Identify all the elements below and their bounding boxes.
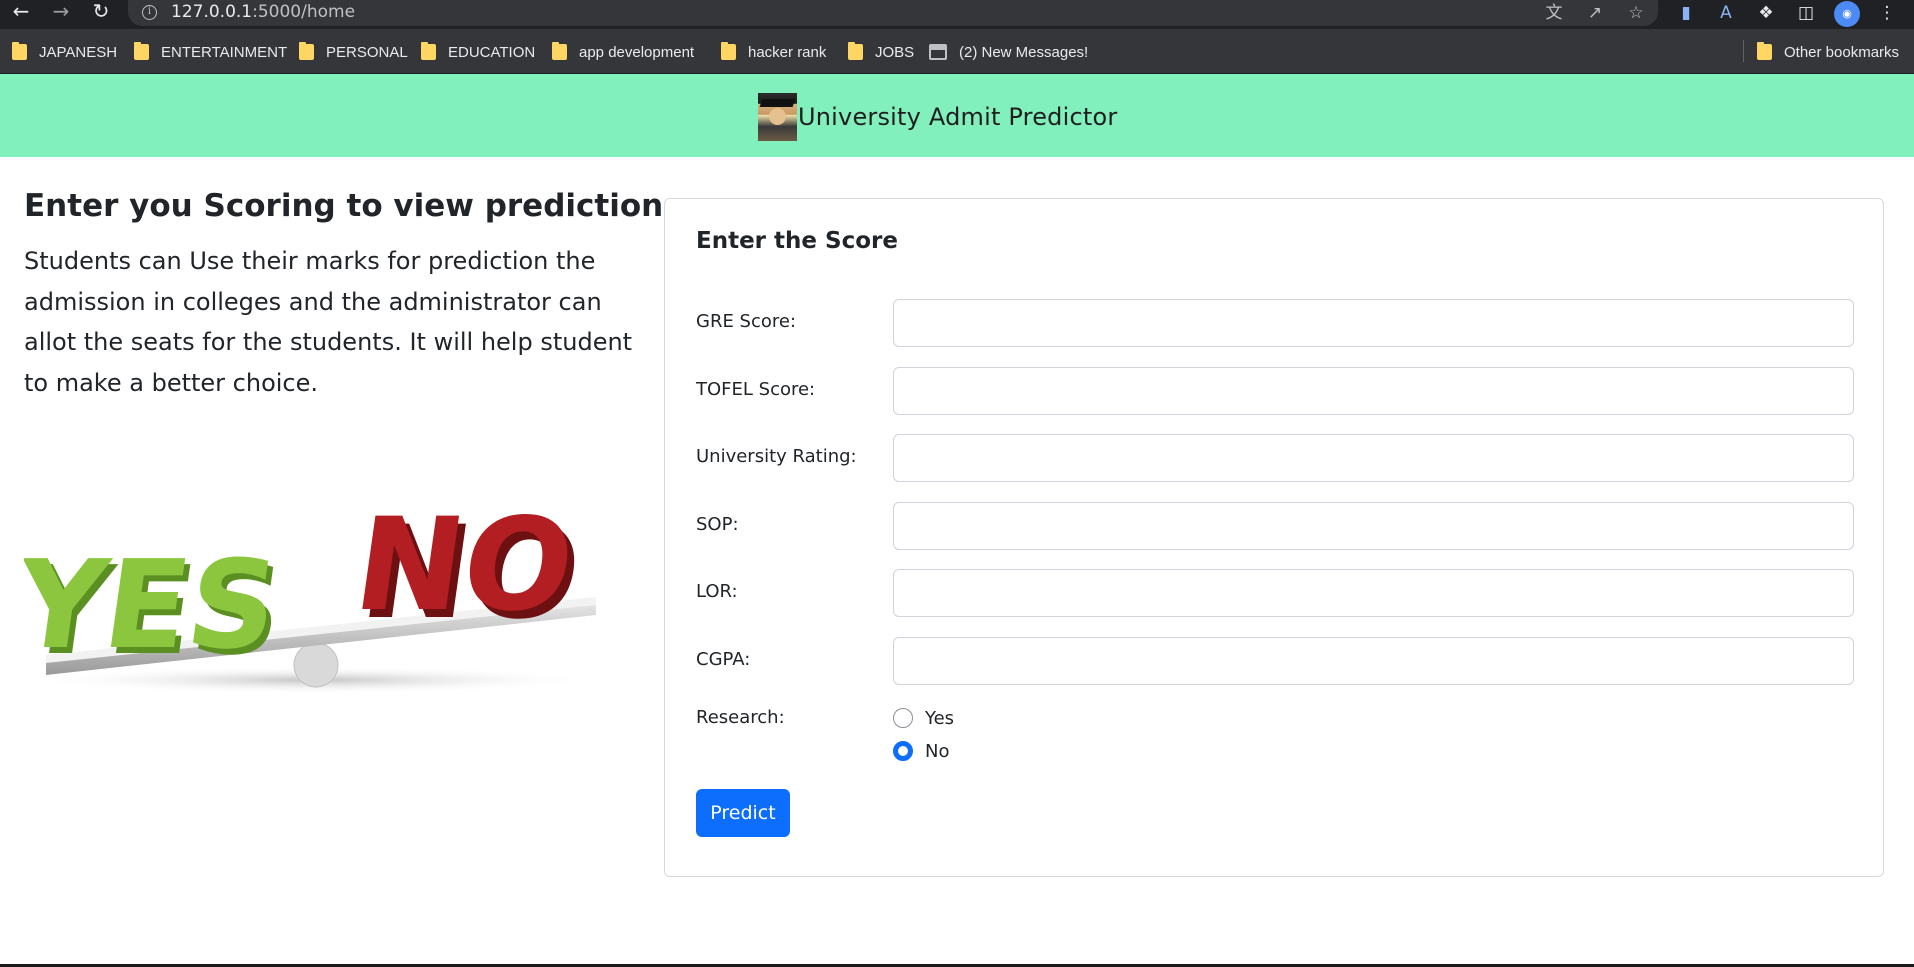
- bookmarks-divider: [1743, 40, 1744, 62]
- bookmark-education[interactable]: EDUCATION: [421, 42, 535, 62]
- folder-icon: [421, 42, 436, 60]
- menu-dots-icon[interactable]: ⋮: [1874, 1, 1900, 25]
- docs-extension-icon[interactable]: ▮: [1673, 1, 1699, 25]
- research-yes-label[interactable]: Yes: [925, 708, 954, 729]
- browser-toolbar: ← → ↻ i 127.0.0.1:5000/home 文 ↗ ☆ ▮ A ❖ …: [0, 0, 1914, 29]
- back-icon[interactable]: ←: [6, 0, 36, 24]
- bookmark-label: JOBS: [875, 43, 915, 61]
- university-rating-label: University Rating:: [696, 446, 857, 467]
- lor-label: LOR:: [696, 581, 738, 602]
- svg-text:NO: NO: [346, 492, 583, 640]
- folder-icon: [552, 42, 567, 60]
- star-icon[interactable]: ☆: [1624, 2, 1648, 24]
- research-no-option[interactable]: No: [893, 740, 949, 762]
- bookmarks-bar: JAPANESH ENTERTAINMENT PERSONAL EDUCATIO…: [0, 29, 1914, 74]
- navbar-brand[interactable]: University Admit Predictor: [758, 93, 1117, 141]
- info-icon[interactable]: i: [142, 5, 157, 20]
- forward-icon[interactable]: →: [46, 0, 76, 24]
- folder-icon: [299, 42, 314, 60]
- folder-icon: [1757, 42, 1772, 60]
- bookmark-jobs[interactable]: JOBS: [848, 42, 914, 62]
- research-no-label[interactable]: No: [925, 741, 949, 762]
- university-rating-input[interactable]: [893, 434, 1854, 482]
- lor-input[interactable]: [893, 569, 1854, 617]
- profile-avatar-icon[interactable]: ◉: [1834, 1, 1860, 27]
- folder-icon: [134, 42, 149, 60]
- folder-icon: [848, 42, 863, 60]
- brand-name: University Admit Predictor: [798, 103, 1118, 131]
- bookmark-label: ENTERTAINMENT: [161, 43, 288, 61]
- research-yes-radio[interactable]: [893, 708, 913, 728]
- bookmark-personal[interactable]: PERSONAL: [299, 42, 408, 62]
- predict-button[interactable]: Predict: [696, 789, 790, 837]
- bookmark-other[interactable]: Other bookmarks: [1757, 42, 1899, 62]
- intro-text: Students can Use their marks for predict…: [24, 247, 633, 397]
- gre-score-label: GRE Score:: [696, 311, 797, 332]
- reload-icon[interactable]: ↻: [86, 0, 116, 24]
- address-bar[interactable]: i 127.0.0.1:5000/home 文 ↗ ☆: [128, 0, 1658, 26]
- gre-score-input[interactable]: [893, 299, 1854, 347]
- bookmark-label: hacker rank: [748, 43, 827, 61]
- bookmark-label: (2) New Messages!: [959, 43, 1089, 61]
- tofel-score-label: TOFEL Score:: [696, 379, 816, 400]
- bookmark-entertainment[interactable]: ENTERTAINMENT: [134, 42, 287, 62]
- bookmark-label: Other bookmarks: [1784, 43, 1900, 61]
- share-icon[interactable]: ↗: [1583, 2, 1607, 24]
- url-text[interactable]: 127.0.0.1:5000/home: [171, 2, 355, 22]
- bookmark-label: JAPANESH: [39, 43, 118, 61]
- bookmark-new-messages[interactable]: (2) New Messages!: [929, 42, 1088, 62]
- bookmark-label: EDUCATION: [448, 43, 536, 61]
- research-yes-option[interactable]: Yes: [893, 707, 954, 729]
- bookmark-label: app development: [579, 43, 695, 61]
- folder-icon: [12, 42, 27, 60]
- clapperboard-icon: [929, 44, 947, 60]
- font-extension-icon[interactable]: A: [1713, 1, 1739, 25]
- cgpa-label: CGPA:: [696, 649, 751, 670]
- sop-input[interactable]: [893, 502, 1854, 550]
- research-no-radio[interactable]: [893, 741, 913, 761]
- no-word: NO NO: [346, 492, 590, 648]
- sop-label: SOP:: [696, 514, 739, 535]
- bookmark-label: PERSONAL: [326, 43, 408, 61]
- side-panel-icon[interactable]: ◫: [1793, 1, 1819, 25]
- intro-title: Enter you Scoring to view prediction: [24, 188, 664, 224]
- app-navbar: University Admit Predictor: [0, 74, 1914, 157]
- svg-text:YES: YES: [24, 534, 287, 676]
- score-form-card: Enter the Score GRE Score: TOFEL Score: …: [664, 198, 1884, 877]
- form-title: Enter the Score: [696, 228, 898, 254]
- bookmark-japanesh[interactable]: JAPANESH: [12, 42, 117, 62]
- translate-icon[interactable]: 文: [1542, 2, 1566, 24]
- research-label: Research:: [696, 707, 785, 728]
- bookmark-hacker-rank[interactable]: hacker rank: [721, 42, 826, 62]
- folder-icon: [721, 42, 736, 60]
- graduate-logo-icon: [758, 93, 797, 141]
- bookmark-app-development[interactable]: app development: [552, 42, 694, 62]
- yes-no-balance-image: YES YES NO NO: [24, 492, 599, 694]
- cgpa-input[interactable]: [893, 637, 1854, 685]
- tofel-score-input[interactable]: [893, 367, 1854, 415]
- extensions-puzzle-icon[interactable]: ❖: [1753, 1, 1779, 25]
- yes-word: YES YES: [24, 534, 292, 682]
